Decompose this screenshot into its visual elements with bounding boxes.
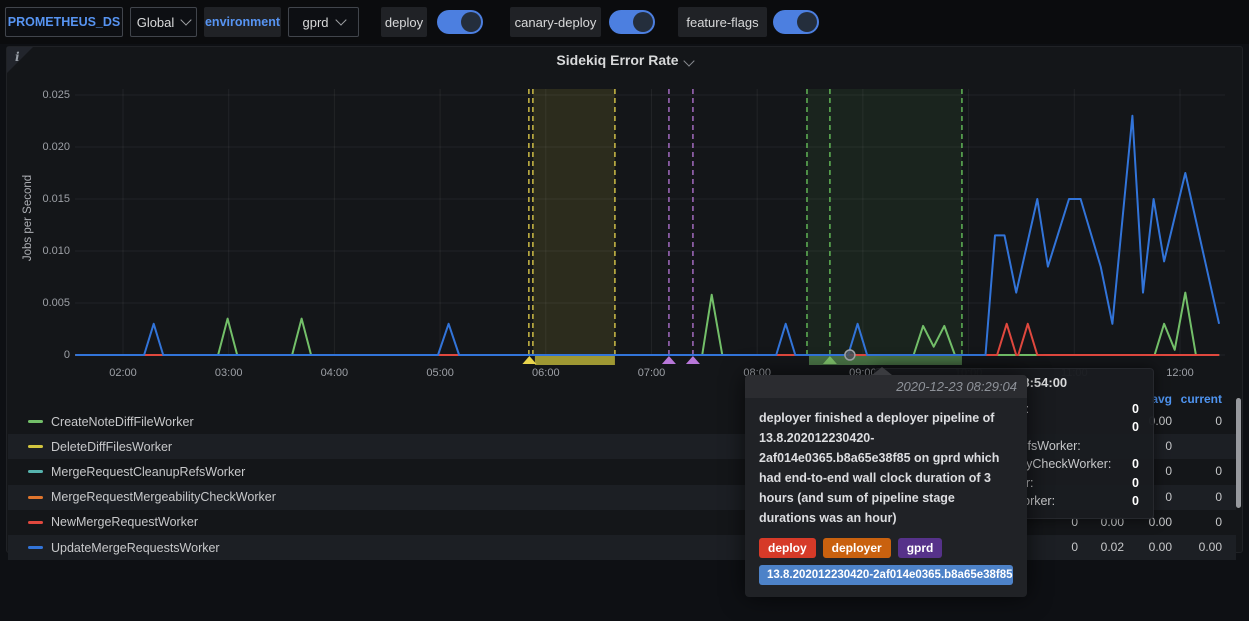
legend-series-name[interactable]: UpdateMergeRequestsWorker: [51, 541, 220, 555]
hover-series-value: 0: [1132, 474, 1139, 492]
legend-scrollbar-thumb[interactable]: [1236, 398, 1241, 508]
x-axis-tick: 03:00: [207, 367, 251, 379]
y-axis-tick: 0.005: [10, 297, 70, 309]
grafana-dashboard: { "toolbar": { "datasource_label": "PROM…: [0, 0, 1249, 621]
series-color-dash-icon[interactable]: [28, 445, 43, 448]
x-axis-tick: 12:00: [1158, 367, 1202, 379]
legend-table-header-current[interactable]: current: [1162, 392, 1222, 406]
x-axis-tick: 02:00: [101, 367, 145, 379]
x-axis-tick: 05:00: [418, 367, 462, 379]
annotation-tags: deploy deployer gprd: [759, 538, 1013, 558]
y-axis-tick: 0.010: [10, 245, 70, 257]
x-axis-tick: 07:00: [630, 367, 674, 379]
tooltip-arrow-icon: [872, 367, 892, 375]
series-color-dash-icon[interactable]: [28, 496, 43, 499]
legend-series-name[interactable]: NewMergeRequestWorker: [51, 515, 198, 529]
series-color-dash-icon[interactable]: [28, 470, 43, 473]
legend-table-value: 0: [1162, 414, 1222, 428]
y-axis-tick: 0.020: [10, 141, 70, 153]
x-axis-tick: 06:00: [524, 367, 568, 379]
annotation-tag-deployer[interactable]: deployer: [823, 538, 891, 558]
annotation-tag-deploy[interactable]: deploy: [759, 538, 816, 558]
hover-series-value: 0: [1132, 418, 1139, 436]
series-color-dash-icon[interactable]: [28, 420, 43, 423]
legend-series-name[interactable]: CreateNoteDiffFileWorker: [51, 415, 194, 429]
panel-title[interactable]: Sidekiq Error Rate: [0, 52, 1249, 68]
annotation-tag-gprd[interactable]: gprd: [898, 538, 943, 558]
annotation-time: 2020-12-23 08:29:04: [745, 375, 1027, 398]
series-line-UpdateMergeRequestsWorker: [75, 116, 1219, 355]
y-axis-title: Jobs per Second: [22, 158, 34, 278]
series-color-dash-icon[interactable]: [28, 546, 43, 549]
legend-series-name[interactable]: DeleteDiffFilesWorker: [51, 440, 172, 454]
series-line-CreateNoteDiffFileWorker: [75, 293, 1219, 355]
y-axis-tick: 0: [10, 349, 70, 361]
hover-series-value: 0: [1132, 455, 1139, 473]
legend-series-name[interactable]: MergeRequestMergeabilityCheckWorker: [51, 490, 276, 504]
annotation-text: deployer finished a deployer pipeline of…: [759, 408, 1013, 528]
legend-table-value: 0: [1162, 515, 1222, 529]
annotation-tooltip: 2020-12-23 08:29:04 deployer finished a …: [745, 375, 1027, 597]
panel-title-text: Sidekiq Error Rate: [556, 52, 678, 68]
hover-series-value: 0: [1132, 400, 1139, 418]
legend-table-value: 0: [1162, 490, 1222, 504]
legend-table-value: 0: [1162, 464, 1222, 478]
y-axis-tick: 0.015: [10, 193, 70, 205]
hover-series-value: 0: [1132, 492, 1139, 510]
legend-table-value: 0.00: [1162, 540, 1222, 554]
x-axis-tick: 04:00: [312, 367, 356, 379]
series-color-dash-icon[interactable]: [28, 521, 43, 524]
annotation-version-tag[interactable]: 13.8.202012230420-2af014e0365.b8a65e38f8…: [759, 565, 1013, 585]
legend-series-name[interactable]: MergeRequestCleanupRefsWorker: [51, 465, 245, 479]
y-axis-tick: 0.025: [10, 89, 70, 101]
series-line-NewMergeRequestWorker: [75, 324, 1219, 355]
chevron-down-icon: [683, 55, 694, 66]
